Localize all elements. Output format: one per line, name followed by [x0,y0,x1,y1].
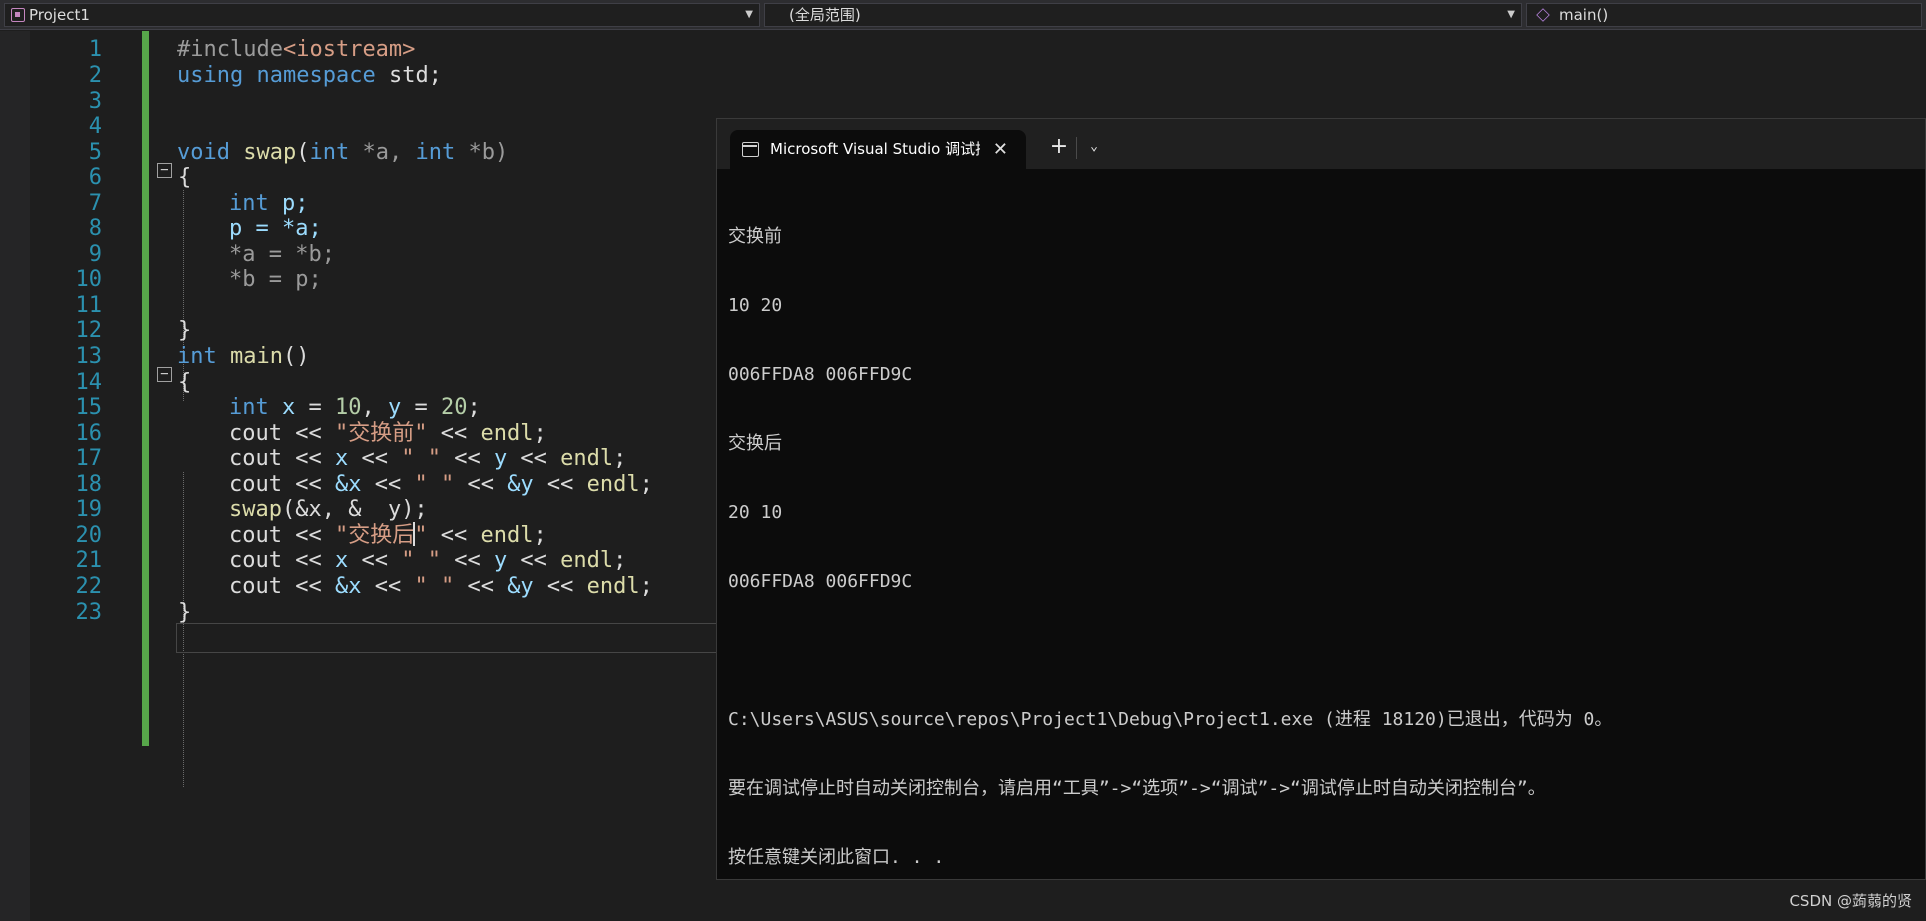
scope-dropdown[interactable]: (全局范围) ▼ [764,3,1522,27]
debug-console-window[interactable]: Microsoft Visual Studio 调试控 ✕ + ⌄ 交换前 10… [716,118,1926,880]
watermark: CSDN @蒟蒻的贤 [1789,892,1912,910]
console-tab[interactable]: Microsoft Visual Studio 调试控 ✕ [730,130,1026,169]
member-label: main() [1559,6,1609,24]
project-icon [11,8,25,22]
member-dropdown[interactable]: main() [1526,3,1922,27]
function-icon [1536,8,1550,22]
console-line: 要在调试停止时自动关闭控制台，请启用“工具”->“选项”->“调试”->“调试停… [728,778,1546,799]
close-icon[interactable]: ✕ [993,130,1008,169]
chevron-down-icon: ▼ [1507,9,1515,20]
console-line: 006FFDA8 006FFD9C [728,571,913,592]
code-line: using namespace std; [177,63,442,88]
tab-divider [1076,137,1077,159]
chevron-down-icon[interactable]: ⌄ [1081,131,1107,163]
console-line: 006FFDA8 006FFD9C [728,364,913,385]
console-output[interactable]: 交换前 10 20 006FFDA8 006FFD9C 交换后 20 10 00… [728,179,1918,915]
console-line: 交换后 [728,433,782,454]
console-line: 交换前 [728,226,782,247]
console-line: 10 20 [728,295,783,316]
editor-margin-strip [0,31,30,921]
console-line: 20 10 [728,502,783,523]
scope-label: (全局范围) [789,6,861,24]
console-line: C:\Users\ASUS\source\repos\Project1\Debu… [728,709,1613,730]
project-dropdown[interactable]: Project1 ▼ [4,3,760,27]
terminal-icon [742,142,759,157]
project-label: Project1 [29,6,90,24]
console-tab-title: Microsoft Visual Studio 调试控 [770,140,980,158]
console-tab-bar: Microsoft Visual Studio 调试控 ✕ + ⌄ [717,119,1925,169]
new-tab-button[interactable]: + [1044,131,1074,163]
navigation-bar: Project1 ▼ (全局范围) ▼ main() [0,0,1926,30]
console-line: 按任意键关闭此窗口. . . [728,847,945,868]
chevron-down-icon: ▼ [745,9,753,20]
